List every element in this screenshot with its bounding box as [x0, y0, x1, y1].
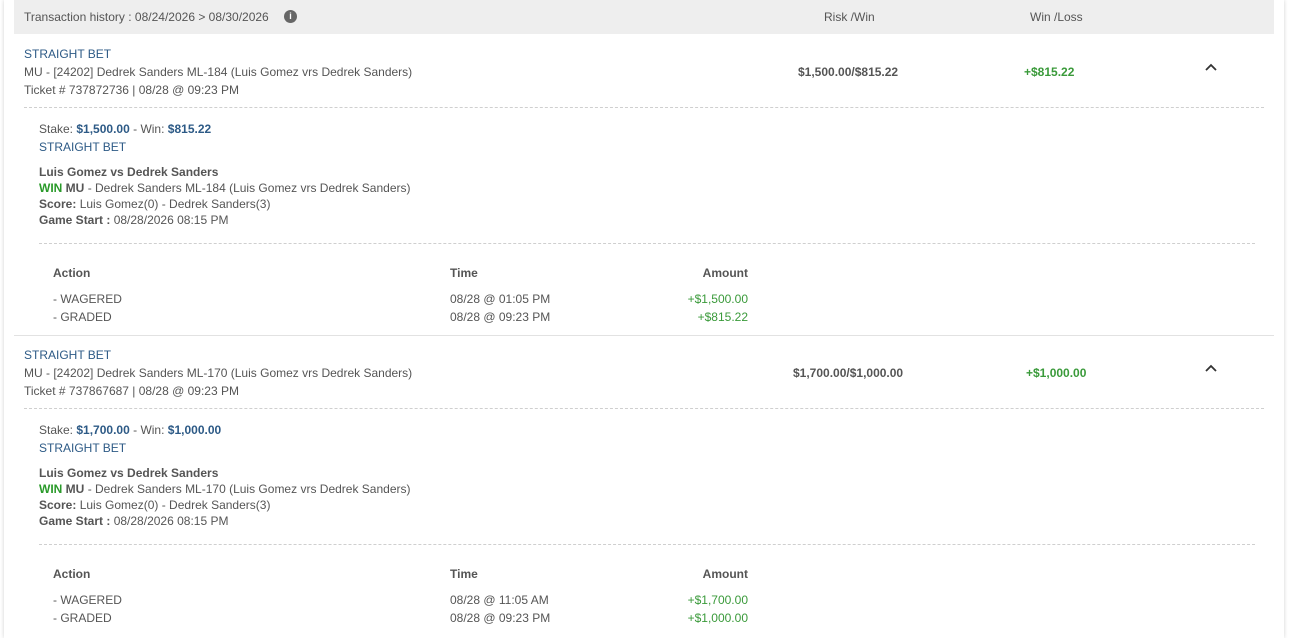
win-loss-value: +$815.22: [1024, 65, 1075, 79]
stake-line: Stake: $1,500.00 - Win: $815.22: [39, 122, 212, 136]
score-line: Score: Luis Gomez(0) - Dedrek Sanders(3): [39, 197, 271, 211]
pick-line: WIN MU - Dedrek Sanders ML-170 (Luis Gom…: [39, 482, 410, 496]
ticket-info: Ticket # 737872736 | 08/28 @ 09:23 PM: [24, 83, 239, 97]
column-amount: Amount: [702, 567, 748, 581]
chevron-up-icon[interactable]: [1204, 362, 1218, 376]
row-amount: +$815.22: [697, 310, 748, 324]
divider: [39, 243, 1255, 244]
pick-text: - Dedrek Sanders ML-184 (Luis Gomez vrs …: [87, 181, 411, 195]
risk-win-value: $1,700.00/$1,000.00: [793, 366, 904, 380]
row-action: - GRADED: [53, 611, 112, 625]
score-value: Luis Gomez(0) - Dedrek Sanders(3): [79, 498, 271, 512]
transaction-history-header: Transaction history : 08/24/2026 > 08/30…: [14, 0, 1274, 34]
divider: [39, 544, 1255, 545]
pick-line: WIN MU - Dedrek Sanders ML-184 (Luis Gom…: [39, 181, 410, 195]
column-time: Time: [450, 266, 478, 280]
game-start-line: Game Start : 08/28/2026 08:15 PM: [39, 514, 229, 528]
result-badge: WIN: [39, 482, 63, 496]
divider: [24, 107, 1264, 108]
bet-type: STRAIGHT BET: [24, 47, 112, 61]
score-value: Luis Gomez(0) - Dedrek Sanders(3): [79, 197, 271, 211]
row-time: 08/28 @ 11:05 AM: [450, 593, 549, 607]
bet-entry: STRAIGHT BET MU - [24202] Dedrek Sanders…: [14, 336, 1274, 637]
row-time: 08/28 @ 09:23 PM: [450, 611, 551, 625]
chevron-up-icon[interactable]: [1204, 61, 1218, 75]
stake-line: Stake: $1,700.00 - Win: $1,000.00: [39, 423, 222, 437]
bet-description: MU - [24202] Dedrek Sanders ML-184 (Luis…: [24, 65, 413, 79]
stake-amount: $1,700.00: [76, 423, 130, 437]
row-action: - GRADED: [53, 310, 112, 324]
game-start-line: Game Start : 08/28/2026 08:15 PM: [39, 213, 229, 227]
row-action: - WAGERED: [53, 593, 122, 607]
game-start-value: 08/28/2026 08:15 PM: [113, 514, 229, 528]
result-badge: WIN: [39, 181, 63, 195]
market-code: MU: [65, 181, 85, 195]
stake-amount: $1,500.00: [76, 122, 130, 136]
header-title: Transaction history : 08/24/2026 > 08/30…: [24, 10, 269, 24]
row-action: - WAGERED: [53, 292, 122, 306]
column-win-loss: Win /Loss: [1030, 10, 1083, 24]
row-time: 08/28 @ 09:23 PM: [450, 310, 551, 324]
info-icon[interactable]: i: [284, 10, 297, 23]
pick-text: - Dedrek Sanders ML-170 (Luis Gomez vrs …: [87, 482, 411, 496]
bet-description: MU - [24202] Dedrek Sanders ML-170 (Luis…: [24, 366, 413, 380]
market-code: MU: [65, 482, 85, 496]
match-title: Luis Gomez vs Dedrek Sanders: [39, 165, 219, 179]
column-action: Action: [53, 567, 91, 581]
bet-entry: STRAIGHT BET MU - [24202] Dedrek Sanders…: [14, 35, 1274, 336]
win-amount: $1,000.00: [167, 423, 222, 437]
column-amount: Amount: [702, 266, 748, 280]
row-amount: +$1,000.00: [687, 611, 748, 625]
ticket-info: Ticket # 737867687 | 08/28 @ 09:23 PM: [24, 384, 239, 398]
match-title: Luis Gomez vs Dedrek Sanders: [39, 466, 219, 480]
divider: [24, 408, 1264, 409]
detail-bet-type: STRAIGHT BET: [39, 140, 127, 154]
detail-bet-type: STRAIGHT BET: [39, 441, 127, 455]
row-amount: +$1,700.00: [687, 593, 748, 607]
risk-win-value: $1,500.00/$815.22: [798, 65, 899, 79]
column-action: Action: [53, 266, 91, 280]
bet-type: STRAIGHT BET: [24, 348, 112, 362]
row-time: 08/28 @ 01:05 PM: [450, 292, 551, 306]
score-line: Score: Luis Gomez(0) - Dedrek Sanders(3): [39, 498, 271, 512]
column-risk-win: Risk /Win: [824, 10, 875, 24]
win-loss-value: +$1,000.00: [1026, 366, 1087, 380]
game-start-value: 08/28/2026 08:15 PM: [113, 213, 229, 227]
win-amount: $815.22: [167, 122, 212, 136]
row-amount: +$1,500.00: [687, 292, 748, 306]
column-time: Time: [450, 567, 478, 581]
